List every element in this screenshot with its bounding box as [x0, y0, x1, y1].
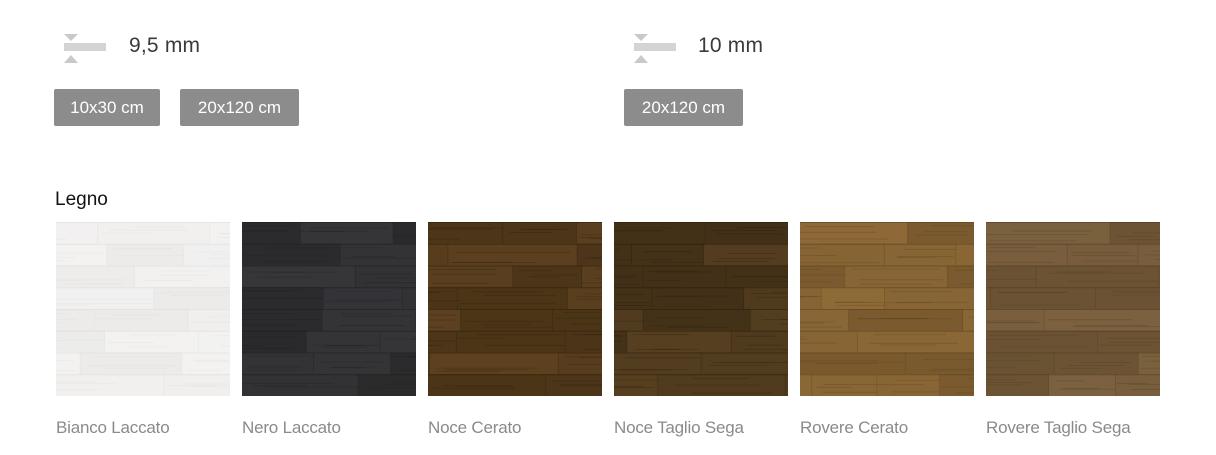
swatch-noce-cerato[interactable]: Noce Cerato	[428, 222, 602, 438]
size-options-left: 10x30 cm 20x120 cm	[54, 89, 299, 126]
swatch-label: Rovere Cerato	[800, 418, 908, 437]
swatch-image[interactable]	[614, 222, 788, 396]
swatch-nero-laccato[interactable]: Nero Laccato	[242, 222, 416, 438]
thickness-icon	[634, 29, 676, 63]
swatch-label: Bianco Laccato	[56, 418, 170, 437]
swatch-label: Noce Taglio Sega	[614, 418, 744, 437]
section-title: Legno	[55, 189, 108, 210]
swatch-noce-taglio-sega[interactable]: Noce Taglio Sega	[614, 222, 788, 438]
swatch-image[interactable]	[800, 222, 974, 396]
thickness-icon	[64, 29, 106, 63]
swatch-rovere-taglio-sega[interactable]: Rovere Taglio Sega	[986, 222, 1160, 438]
swatch-label: Nero Laccato	[242, 418, 341, 437]
size-chip-10x30[interactable]: 10x30 cm	[54, 89, 160, 126]
size-chip-20x120[interactable]: 20x120 cm	[180, 89, 299, 126]
swatch-bianco-laccato[interactable]: Bianco Laccato	[56, 222, 230, 438]
swatch-image[interactable]	[242, 222, 416, 396]
finish-swatch-grid: Bianco Laccato Nero Laccato Noce Cerato …	[56, 222, 1160, 438]
swatch-label: Noce Cerato	[428, 418, 522, 437]
size-options-right: 20x120 cm	[624, 89, 743, 126]
size-chip-20x120[interactable]: 20x120 cm	[624, 89, 743, 126]
thickness-value: 9,5 mm	[129, 34, 201, 57]
thickness-option-left: 9,5 mm	[64, 28, 200, 64]
swatch-image[interactable]	[986, 222, 1160, 396]
swatch-rovere-cerato[interactable]: Rovere Cerato	[800, 222, 974, 438]
swatch-image[interactable]	[56, 222, 230, 396]
swatch-label: Rovere Taglio Sega	[986, 418, 1131, 437]
thickness-option-right: 10 mm	[634, 28, 763, 64]
thickness-value: 10 mm	[698, 34, 764, 57]
swatch-image[interactable]	[428, 222, 602, 396]
